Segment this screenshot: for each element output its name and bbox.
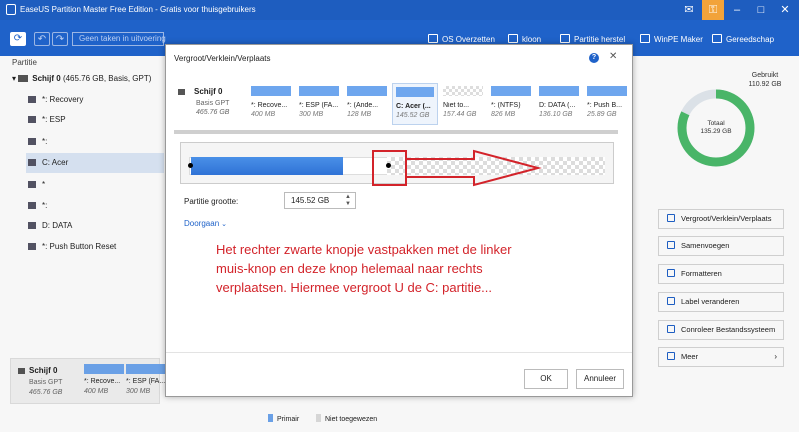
slider-right-handle[interactable] <box>386 163 391 168</box>
slider-left-handle[interactable] <box>188 163 193 168</box>
tools-icon <box>712 34 722 43</box>
refresh-icon[interactable]: ⟳ <box>10 32 26 46</box>
partition-size-input[interactable]: 145.52 GB ▲ ▼ <box>284 192 356 209</box>
disk-icon <box>178 89 185 95</box>
dialog-divider <box>166 352 632 353</box>
chevron-down-icon: ⌄ <box>221 221 228 228</box>
dialog-partition-other[interactable]: *: (Ande... 128 MB <box>344 83 390 125</box>
minimize-button[interactable]: – <box>726 0 748 20</box>
winpe-icon <box>640 34 650 43</box>
window-title: EaseUS Partition Master Free Edition - G… <box>20 5 256 14</box>
help-icon[interactable]: ? <box>589 53 599 63</box>
stepper-icon[interactable]: ▲ ▼ <box>345 194 351 208</box>
dialog-partition-c-acer[interactable]: C: Acer (... 145.52 GB <box>392 83 438 125</box>
instruction-annotation: Het rechter zwarte knopje vastpakken met… <box>216 242 512 295</box>
redo-icon[interactable]: ↷ <box>52 32 68 46</box>
clone-button[interactable]: kloon <box>508 34 541 44</box>
os-icon <box>428 34 438 43</box>
slider-unallocated-space <box>387 157 605 175</box>
key-icon[interactable]: ⚿ <box>702 0 724 20</box>
recovery-icon <box>560 34 570 43</box>
partition-size-label: Partitie grootte: <box>184 197 239 206</box>
clone-icon <box>508 34 518 43</box>
dialog-partition-ntfs[interactable]: *: (NTFS) 826 MB <box>488 83 534 125</box>
winpe-maker-button[interactable]: WinPE Maker <box>640 34 703 44</box>
maximize-button[interactable]: □ <box>750 0 772 20</box>
dialog-partition-unallocated[interactable]: Niet to... 157.44 GB <box>440 83 486 125</box>
partition-strip-scrollbar[interactable] <box>174 130 618 134</box>
partition-bar <box>396 87 434 97</box>
dialog-partition-recovery[interactable]: *: Recove... 400 MB <box>248 83 294 125</box>
advanced-toggle[interactable]: Doorgaan ⌄ <box>184 219 227 228</box>
app-icon <box>6 4 16 15</box>
partition-bar <box>347 86 387 96</box>
pending-tasks-button[interactable]: Geen taken in uitvoering <box>72 32 166 46</box>
ok-button[interactable]: OK <box>524 369 568 389</box>
os-migrate-button[interactable]: OS Overzetten <box>428 34 495 44</box>
resize-slider[interactable] <box>180 142 614 184</box>
dialog-partition-d-data[interactable]: D: DATA (... 136.10 GB <box>536 83 582 125</box>
partition-bar <box>587 86 627 96</box>
resize-dialog: Vergroot/Verklein/Verplaats ? ✕ Schijf 0… <box>165 44 633 397</box>
undo-icon[interactable]: ↶ <box>34 32 50 46</box>
title-bar: EaseUS Partition Master Free Edition - G… <box>0 0 799 20</box>
close-icon[interactable]: ✕ <box>609 51 617 62</box>
dialog-title: Vergroot/Verklein/Verplaats <box>174 54 271 63</box>
partition-bar <box>539 86 579 96</box>
dialog-partition-esp[interactable]: *: ESP (FA... 300 MB <box>296 83 342 125</box>
dialog-partition-push-button[interactable]: *: Push B... 25.89 GB <box>584 83 630 125</box>
tools-button[interactable]: Gereedschap <box>712 34 774 44</box>
message-icon[interactable]: ✉ <box>678 0 700 20</box>
partition-bar <box>443 86 483 96</box>
partition-bar <box>251 86 291 96</box>
slider-partition-fill[interactable] <box>191 157 343 175</box>
partition-bar <box>491 86 531 96</box>
close-window-button[interactable]: ✕ <box>774 0 796 20</box>
partition-bar <box>299 86 339 96</box>
cancel-button[interactable]: Annuleer <box>576 369 624 389</box>
partition-recovery-button[interactable]: Partitie herstel <box>560 34 625 44</box>
